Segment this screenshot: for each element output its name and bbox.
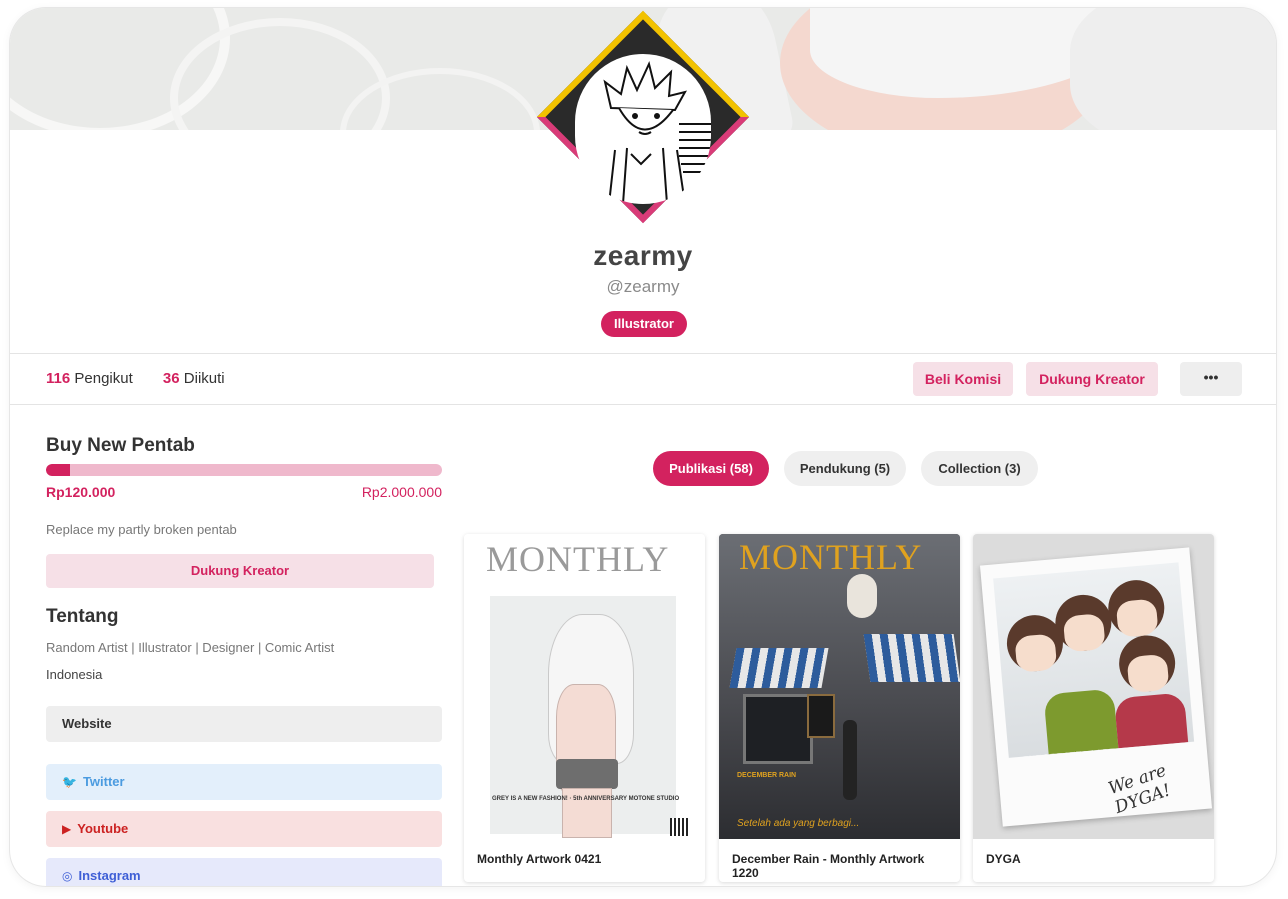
profile-page: zearmy @zearmy Illustrator 116 Pengikut … [10, 8, 1276, 886]
cover-signature: We are DYGA! [1105, 760, 1174, 819]
qr-code [670, 818, 690, 836]
goal-title: Buy New Pentab [46, 435, 195, 456]
following-count: 36 [162, 370, 180, 387]
tab-collection[interactable]: Collection (3) [921, 451, 1038, 486]
goal-progress-bar [46, 464, 442, 476]
avatar-image [575, 54, 711, 204]
tab-publikasi[interactable]: Publikasi (58) [653, 451, 769, 486]
twitter-link[interactable]: 🐦 Twitter [46, 764, 442, 800]
support-creator-button[interactable]: Dukung Kreator [1026, 362, 1158, 396]
twitter-label: Twitter [82, 774, 125, 789]
instagram-icon: ◎ [62, 869, 73, 883]
cover-masthead: MONTHLY [739, 537, 923, 577]
goal-target-amount: Rp2.000.000 [361, 484, 442, 500]
following-label: Diikuti [183, 370, 225, 387]
followers-label: Pengikut [74, 370, 133, 387]
twitter-icon: 🐦 [62, 775, 77, 789]
post-title: DYGA [986, 852, 1021, 866]
goal-progress-fill [46, 464, 70, 476]
about-location: Indonesia [46, 667, 103, 682]
divider [10, 353, 1276, 354]
cover-masthead: MONTHLY [486, 539, 670, 579]
commission-button[interactable]: Beli Komisi [913, 362, 1013, 396]
followers-count: 116 [46, 370, 71, 387]
goal-description: Replace my partly broken pentab [46, 522, 237, 537]
following-link[interactable]: 36 Diikuti [163, 370, 225, 387]
cover-text: GREY IS A NEW FASHION! · 5th ANNIVERSARY… [492, 796, 680, 802]
youtube-icon: ▶ [62, 822, 72, 836]
post-card[interactable]: MONTHLY DECEMBER RAIN Setelah ada yang b… [719, 534, 960, 882]
followers-link[interactable]: 116 Pengikut [46, 370, 133, 387]
post-thumbnail: MONTHLY GREY IS A NEW FASHION! · 5th ANN… [464, 534, 705, 839]
follow-stats: 116 Pengikut 36 Diikuti [46, 370, 251, 387]
post-thumbnail: MONTHLY DECEMBER RAIN Setelah ada yang b… [719, 534, 960, 839]
goal-support-button[interactable]: Dukung Kreator [46, 554, 434, 588]
about-title: Tentang [46, 606, 119, 627]
post-title: Monthly Artwork 0421 [477, 852, 602, 866]
post-title: December Rain - Monthly Artwork 1220 [732, 852, 925, 880]
post-thumbnail: THEGREATESCAPE We are DYGA! [973, 534, 1214, 839]
cover-text: DECEMBER RAIN [737, 772, 797, 779]
goal-current-amount: Rp120.000 [46, 484, 116, 500]
role-badge: Illustrator [601, 311, 687, 337]
cover-quote: Setelah ada yang berbagi... [737, 818, 860, 829]
divider [10, 404, 1276, 405]
avatar[interactable] [536, 10, 750, 224]
post-card[interactable]: THEGREATESCAPE We are DYGA! DYGA [973, 534, 1214, 882]
profile-handle: @zearmy [606, 277, 680, 296]
tab-pendukung[interactable]: Pendukung (5) [784, 451, 906, 486]
youtube-label: Youtube [77, 821, 129, 836]
post-card[interactable]: MONTHLY GREY IS A NEW FASHION! · 5th ANN… [464, 534, 705, 882]
instagram-label: Instagram [78, 868, 141, 883]
profile-name: zearmy [593, 240, 693, 271]
about-description: Random Artist | Illustrator | Designer |… [46, 640, 335, 655]
website-link[interactable]: Website [46, 706, 442, 742]
more-options-button[interactable]: ••• [1180, 362, 1242, 396]
youtube-link[interactable]: ▶ Youtube [46, 811, 442, 847]
instagram-link[interactable]: ◎ Instagram [46, 858, 442, 886]
website-label: Website [62, 716, 112, 731]
